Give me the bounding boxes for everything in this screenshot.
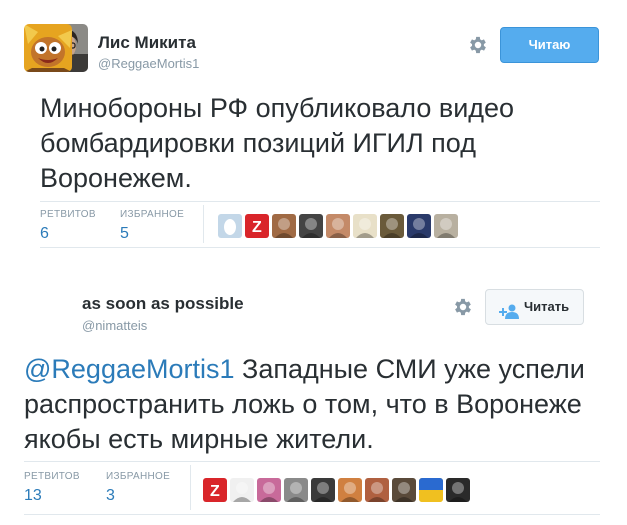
egg-avatar[interactable] [218, 214, 242, 238]
man-sketch-avatar[interactable] [299, 214, 323, 238]
gear-icon[interactable] [452, 296, 474, 318]
retweets-count[interactable]: 6 [40, 225, 49, 243]
favorites-count[interactable]: 3 [106, 487, 115, 505]
yellow-blue-flag-avatar[interactable] [419, 478, 443, 502]
author-handle[interactable]: @nimatteis [82, 318, 147, 333]
author-name[interactable]: Лис Микита [98, 33, 196, 53]
cartoon-figure-avatar[interactable] [353, 214, 377, 238]
author-avatar[interactable] [24, 24, 72, 72]
man-face-avatar[interactable] [326, 214, 350, 238]
divider [190, 465, 191, 510]
tweet-text: @ReggaeMortis1 Западные СМИ уже успели р… [24, 352, 600, 457]
tweet-text: Минобороны РФ опубликовало видео бомбард… [40, 93, 515, 193]
sketch-face-avatar[interactable] [230, 478, 254, 502]
svg-text:Z: Z [252, 219, 262, 236]
man-portrait-avatar[interactable] [392, 478, 416, 502]
divider [24, 514, 600, 515]
divider [40, 201, 600, 202]
divider [24, 461, 600, 462]
add-user-icon [499, 299, 519, 319]
sunglasses-avatar[interactable] [338, 478, 362, 502]
following-button[interactable]: Читаю [500, 27, 599, 63]
retweets-label: РЕТВИТОВ [40, 209, 96, 220]
follow-button-label: Читать [524, 299, 570, 314]
man-face-avatar[interactable] [365, 478, 389, 502]
painting-avatar[interactable] [380, 214, 404, 238]
divider [40, 247, 600, 248]
retweets-count[interactable]: 13 [24, 487, 42, 505]
grey-face-avatar[interactable] [284, 478, 308, 502]
cat-avatar[interactable] [434, 214, 458, 238]
favorites-count[interactable]: 5 [120, 225, 129, 243]
z-letter-avatar[interactable]: Z [245, 214, 269, 238]
follow-button[interactable]: Читать [485, 289, 584, 325]
favoriters-avatars: Z [218, 214, 461, 238]
curly-hair-avatar[interactable] [272, 214, 296, 238]
lion-avatar[interactable] [446, 478, 470, 502]
favorites-label: ИЗБРАННОЕ [120, 209, 185, 220]
author-handle[interactable]: @ReggaeMortis1 [98, 56, 199, 71]
favoriters-avatars: Z [203, 478, 473, 502]
favorites-label: ИЗБРАННОЕ [106, 471, 171, 482]
divider [203, 205, 204, 243]
gear-icon[interactable] [467, 34, 489, 56]
retweets-label: РЕТВИТОВ [24, 471, 80, 482]
man-suit-avatar[interactable] [407, 214, 431, 238]
grimace-avatar[interactable] [257, 478, 281, 502]
dark-figure-avatar[interactable] [311, 478, 335, 502]
author-name[interactable]: as soon as possible [82, 294, 244, 314]
svg-text:Z: Z [210, 483, 220, 500]
mention-link[interactable]: @ReggaeMortis1 [24, 354, 235, 384]
z-letter-avatar[interactable]: Z [203, 478, 227, 502]
